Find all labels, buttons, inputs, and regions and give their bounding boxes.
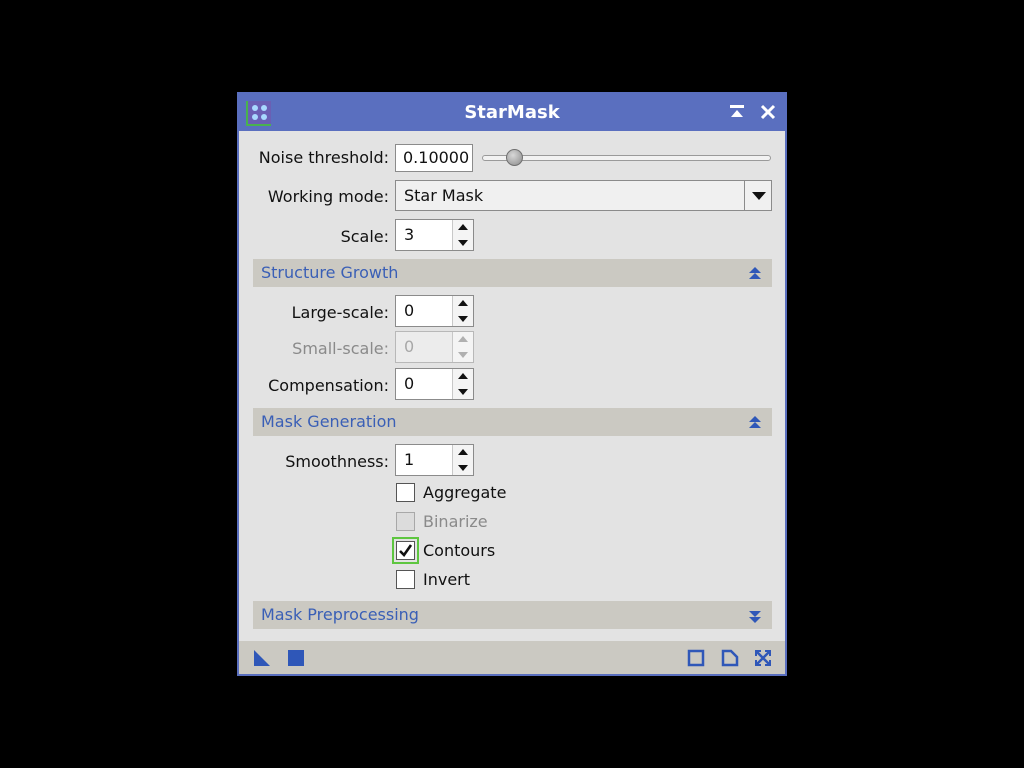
scale-up-arrow-icon[interactable] bbox=[453, 220, 474, 235]
working-mode-value: Star Mask bbox=[404, 186, 484, 205]
noise-threshold-input[interactable]: 0.10000 bbox=[395, 144, 473, 172]
contours-checkbox[interactable] bbox=[392, 537, 419, 564]
large-scale-value: 0 bbox=[404, 301, 415, 320]
mask-preprocessing-section-header[interactable]: Mask Preprocessing bbox=[253, 601, 772, 629]
compensation-label: Compensation: bbox=[268, 376, 389, 395]
small-scale-value: 0 bbox=[404, 337, 415, 356]
smoothness-up-arrow-icon[interactable] bbox=[453, 445, 474, 460]
preview-icon[interactable] bbox=[687, 649, 705, 667]
compensation-down-arrow-icon[interactable] bbox=[453, 384, 474, 399]
mask-generation-title: Mask Generation bbox=[261, 412, 397, 431]
large-scale-up-arrow-icon[interactable] bbox=[453, 296, 474, 311]
shade-icon[interactable] bbox=[727, 102, 747, 122]
small-scale-up-arrow-icon bbox=[453, 332, 474, 347]
smoothness-value: 1 bbox=[404, 450, 415, 469]
aggregate-checkbox[interactable] bbox=[396, 483, 415, 502]
invert-label[interactable]: Invert bbox=[423, 570, 470, 589]
expand-section-icon[interactable] bbox=[748, 608, 762, 624]
close-icon[interactable] bbox=[758, 102, 778, 122]
expand-icon[interactable] bbox=[754, 649, 772, 667]
large-scale-spinbox[interactable]: 0 bbox=[395, 295, 474, 327]
new-instance-icon[interactable] bbox=[253, 649, 271, 667]
smoothness-label: Smoothness: bbox=[285, 452, 389, 471]
smoothness-spinbox[interactable]: 1 bbox=[395, 444, 474, 476]
scale-value: 3 bbox=[404, 225, 415, 244]
small-scale-spinbox: 0 bbox=[395, 331, 474, 363]
noise-threshold-slider[interactable] bbox=[482, 155, 771, 161]
large-scale-down-arrow-icon[interactable] bbox=[453, 311, 474, 326]
chevron-down-icon[interactable] bbox=[744, 181, 771, 210]
apply-global-icon[interactable] bbox=[287, 649, 305, 667]
scale-label: Scale: bbox=[340, 227, 389, 246]
noise-threshold-label: Noise threshold: bbox=[258, 148, 389, 167]
reset-icon[interactable] bbox=[721, 649, 739, 667]
compensation-spinbox[interactable]: 0 bbox=[395, 368, 474, 400]
window-title: StarMask bbox=[464, 102, 560, 123]
compensation-up-arrow-icon[interactable] bbox=[453, 369, 474, 384]
title-bar[interactable]: StarMask bbox=[239, 94, 785, 131]
working-mode-label: Working mode: bbox=[267, 187, 389, 206]
slider-handle[interactable] bbox=[506, 149, 523, 166]
scale-down-arrow-icon[interactable] bbox=[453, 235, 474, 250]
collapse-icon[interactable] bbox=[748, 415, 762, 431]
large-scale-label: Large-scale: bbox=[291, 303, 389, 322]
small-scale-down-arrow-icon bbox=[453, 347, 474, 362]
working-mode-select[interactable]: Star Mask bbox=[395, 180, 772, 211]
contours-label[interactable]: Contours bbox=[423, 541, 495, 560]
mask-generation-section-header[interactable]: Mask Generation bbox=[253, 408, 772, 436]
aggregate-label[interactable]: Aggregate bbox=[423, 483, 506, 502]
collapse-icon[interactable] bbox=[748, 266, 762, 282]
mask-preprocessing-title: Mask Preprocessing bbox=[261, 605, 419, 624]
smoothness-down-arrow-icon[interactable] bbox=[453, 460, 474, 475]
footer-toolbar bbox=[239, 641, 785, 674]
scale-spinbox[interactable]: 3 bbox=[395, 219, 474, 251]
starmask-window: StarMask Noise threshold: 0.10000 Workin… bbox=[237, 92, 787, 676]
compensation-value: 0 bbox=[404, 374, 415, 393]
checkmark-icon bbox=[399, 544, 413, 558]
small-scale-label: Small-scale: bbox=[292, 339, 389, 358]
binarize-checkbox bbox=[396, 512, 415, 531]
structure-growth-section-header[interactable]: Structure Growth bbox=[253, 259, 772, 287]
binarize-label: Binarize bbox=[423, 512, 488, 531]
invert-checkbox[interactable] bbox=[396, 570, 415, 589]
structure-growth-title: Structure Growth bbox=[261, 263, 399, 282]
